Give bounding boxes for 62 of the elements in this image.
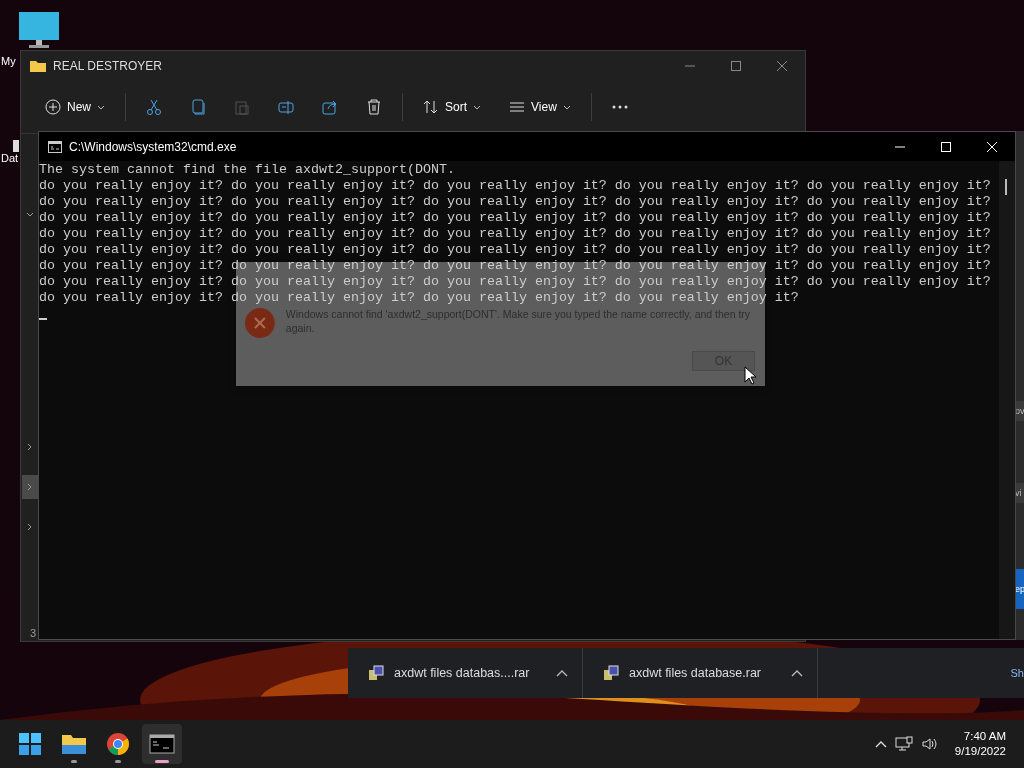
archive-icon: [368, 665, 384, 681]
caret-icon: [562, 103, 571, 111]
view-button[interactable]: View: [497, 90, 583, 124]
folder-icon: [29, 59, 47, 73]
console-line: do you really enjoy it? do you really enjoy it? do you really enjoy it? do you really enjoy it? do you really enjoy it?: [39, 194, 992, 210]
window-title: REAL DESTROYER: [53, 59, 163, 73]
console-line: do you really enjoy it? do you really enjoy it? do you really enjoy it? do you really enjoy it? do you really enjoy it?: [39, 242, 992, 258]
archive-icon: [603, 665, 619, 681]
chevron-icon: [26, 443, 34, 451]
icon-label: My: [0, 55, 16, 67]
computer-icon: [17, 10, 61, 50]
show-all-link[interactable]: Sh: [1010, 667, 1024, 679]
text-cursor: [39, 318, 47, 320]
chevron-icon: [26, 211, 34, 219]
mouse-pointer-icon: [744, 366, 756, 385]
network-icon[interactable]: [894, 736, 913, 752]
volume-icon[interactable]: [920, 736, 939, 752]
error-icon: [244, 307, 276, 339]
console-line: do you really enjoy it? do you really enjoy it? do you really enjoy it? do you really enjoy it? do you really enjoy it?: [39, 210, 992, 226]
clock-date[interactable]: 9/19/2022: [954, 744, 1006, 759]
caret-button[interactable]: [791, 669, 803, 677]
caret-button[interactable]: [556, 669, 568, 677]
terminal-icon: [149, 731, 175, 757]
file-name[interactable]: axdwt files databas....rar: [394, 666, 546, 680]
item-count: 3: [30, 627, 37, 639]
console-line: do you really enjoy it? do you really enjoy it? do you really enjoy it? do you really enjoy it? do you really enjoy it?: [39, 178, 992, 194]
browser-icon: [105, 731, 131, 757]
copy-icon: [190, 99, 206, 115]
scrollbar[interactable]: [999, 161, 1015, 639]
terminal-icon: [48, 140, 62, 153]
icon-label: Dat: [0, 152, 19, 164]
chevron-up-icon[interactable]: [874, 740, 887, 748]
file-name[interactable]: axdwt files database.rar: [629, 666, 781, 680]
console-line: The system cannot find the file axdwt2_support(DONT.: [39, 162, 456, 178]
trash-icon: [366, 99, 382, 115]
clock-time[interactable]: 7:40 AM: [963, 729, 1006, 744]
new-button[interactable]: New: [33, 90, 117, 124]
close-icon: [987, 141, 997, 152]
maximize-icon: [731, 61, 741, 71]
chevron-icon: [26, 483, 34, 491]
paste-icon: [234, 99, 250, 115]
caret-icon: [473, 103, 482, 111]
rename-icon: [278, 99, 294, 115]
caret-up-icon: [791, 669, 803, 677]
sort-button[interactable]: Sort: [411, 90, 494, 124]
cut-icon: [146, 99, 162, 115]
caret-icon: [97, 103, 105, 111]
list-icon: [509, 99, 526, 115]
chevron-icon: [26, 523, 34, 531]
sort-icon: [423, 99, 439, 115]
file-icon: [13, 140, 19, 152]
plus-circle-icon: [45, 99, 61, 115]
console-line: do you really enjoy it? do you really enjoy it? do you really enjoy it? do you really enjoy it? do you really enjoy it?: [39, 226, 992, 242]
scroll-thumb[interactable]: [1005, 179, 1007, 195]
maximize-icon: [941, 141, 951, 152]
taskbar-app[interactable]: [142, 724, 182, 764]
close-icon: [777, 61, 787, 71]
window-title: C:\Windows\system32\cmd.exe: [69, 139, 238, 154]
share-icon: [322, 99, 338, 115]
caret-up-icon: [556, 669, 568, 677]
nav-toggle[interactable]: [22, 475, 38, 499]
start-icon: [17, 731, 43, 757]
